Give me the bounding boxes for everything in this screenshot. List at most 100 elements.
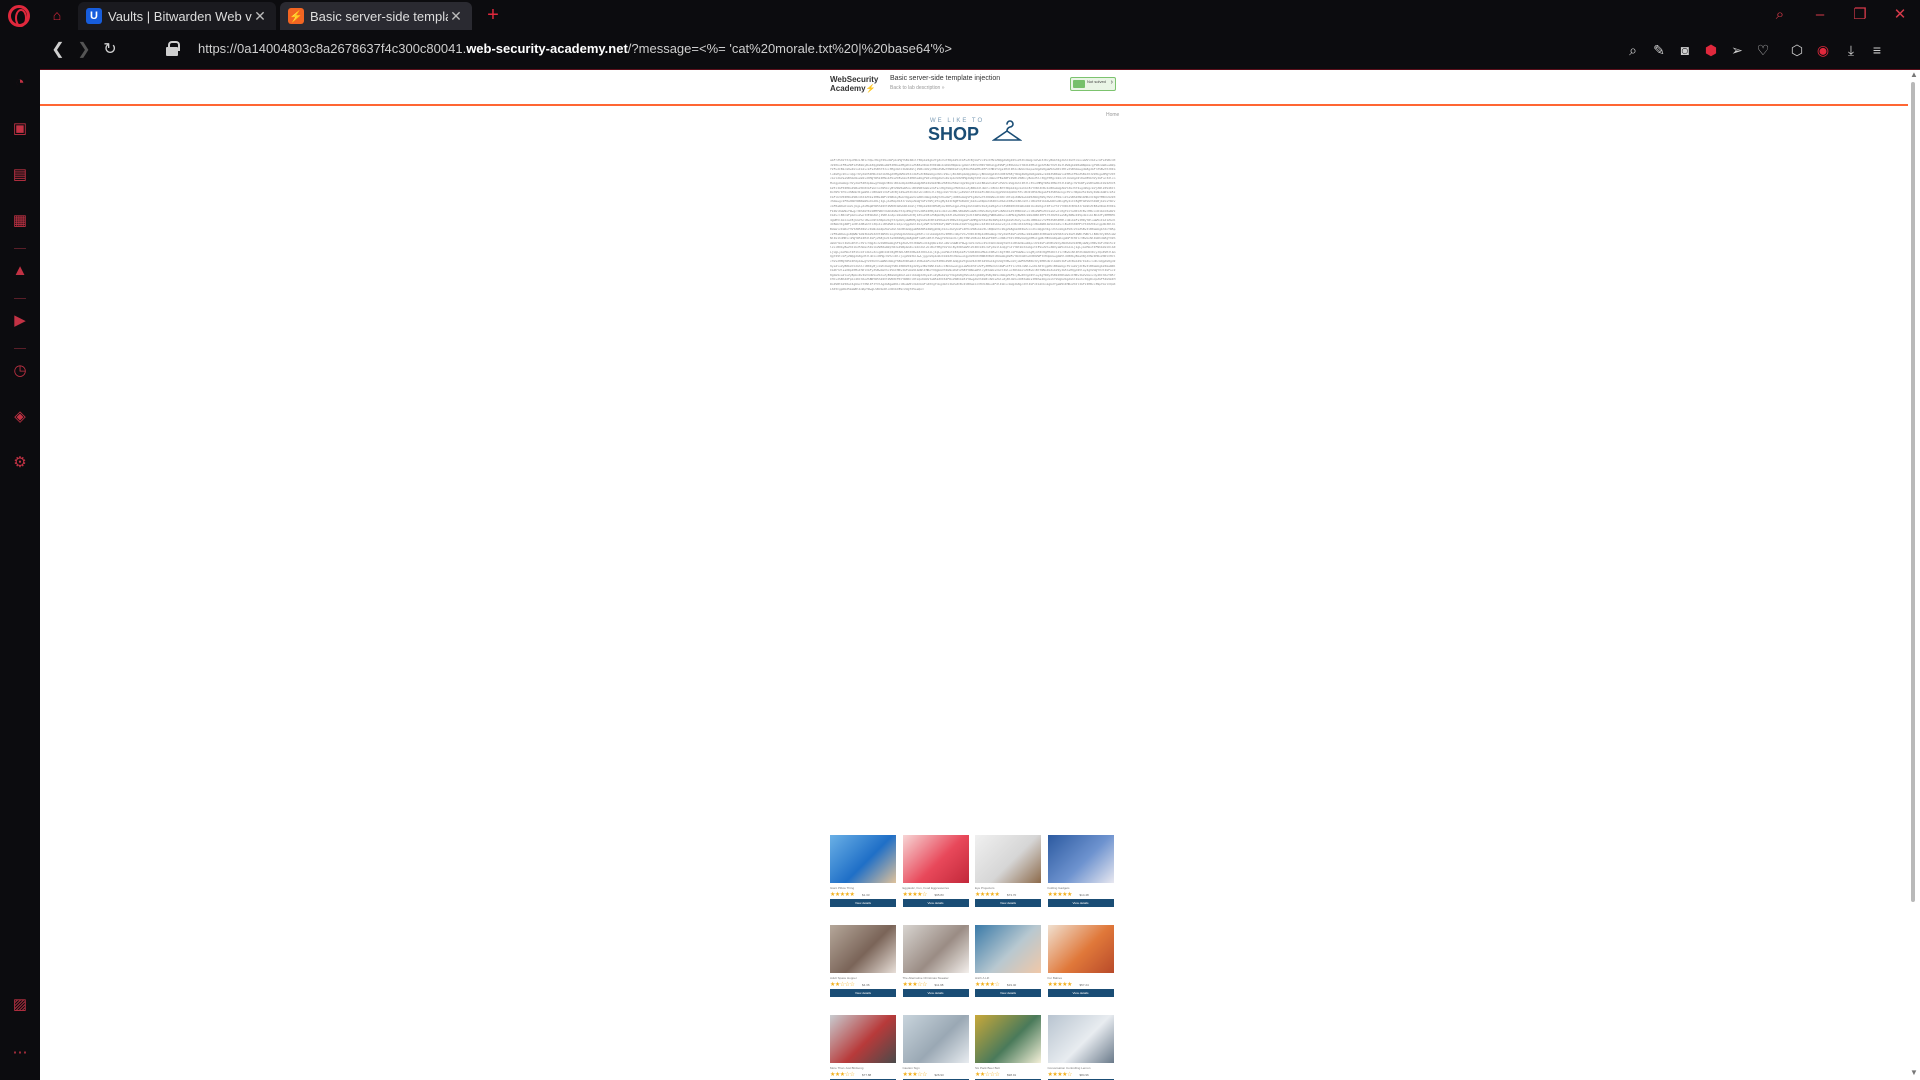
url-field[interactable]: https://0a14004803c8a2678637f4c300c80041… [198,41,952,56]
product-image[interactable] [975,1015,1041,1063]
close-icon[interactable]: ✕ [448,8,464,25]
sidebar-divider [14,348,26,349]
heart-icon[interactable]: ♡ [1752,39,1774,61]
tab-web-security-academy[interactable]: ⚡ Basic server-side template ✕ [280,2,472,30]
logo-line-1: WebSecurity [830,75,879,84]
product-card: Conversation Controlling Lemon ★★★★☆ $84.9… [1047,1015,1114,1080]
product-price: $4.36 [862,983,870,987]
product-price: $57.24 [1079,983,1089,987]
cube-icon[interactable]: ⬡ [1786,39,1808,61]
product-image[interactable] [902,925,969,973]
product-name: Adult Space Hopper [830,976,857,980]
lock-icon[interactable] [166,41,180,57]
product-name: Folding Gadgets [1047,886,1070,890]
url-suffix: /?message=<%= 'cat%20morale.txt%20|%20ba… [627,41,952,56]
page-scrollbar[interactable]: ▲ ▼ [1908,70,1920,1080]
product-image[interactable] [1047,835,1114,883]
view-details-button[interactable]: View details [830,899,896,907]
view-details-button[interactable]: View details [975,899,1041,907]
zoom-icon[interactable]: ⌕ [1622,39,1644,61]
image-icon[interactable]: ▨ [9,994,31,1016]
history-icon[interactable]: ◷ [9,360,31,382]
product-image[interactable] [830,925,896,973]
product-name: The Alternative Christmas Sweater [902,976,949,980]
star-rating-icon: ★★★☆☆ [902,982,928,988]
speed-dial-icon[interactable]: ◔ [9,72,31,94]
view-details-button[interactable]: View details [902,899,969,907]
shop-logo: WE LIKE TO SHOP [928,118,1028,148]
scroll-thumb[interactable] [1911,82,1915,902]
product-image[interactable] [1047,1015,1114,1063]
address-bar: ❮ ❯ ↻ https://0a14004803c8a2678637f4c300… [40,30,1920,70]
scroll-down-icon[interactable]: ▼ [1908,1068,1920,1078]
send-icon[interactable]: ➢ [1726,39,1748,61]
product-price: $1.33 [862,893,870,897]
browser-titlebar: ⌂ U Vaults | Bitwarden Web vau ✕ ⚡ Basic… [0,0,1920,30]
star-rating-icon: ★★★★★ [1047,982,1073,988]
sidebar-divider [14,248,26,249]
star-rating-icon: ★★★★★ [830,892,855,898]
star-rating-icon: ★★★★★ [1047,892,1073,898]
product-card: Folding Gadgets ★★★★★ $14.48 View details [1047,835,1114,919]
scroll-up-icon[interactable]: ▲ [1908,70,1920,80]
shopping-icon[interactable]: ▣ [9,118,31,140]
hanger-icon [992,120,1022,141]
product-image[interactable] [830,1015,896,1063]
logo-line-2: Academy [830,84,866,93]
profile-icon[interactable]: ◉ [1812,39,1834,61]
more-icon[interactable]: ⋯ [9,1042,31,1064]
status-text: Not solved [1087,79,1106,84]
product-name: Fur Babies [1047,976,1063,980]
product-image[interactable] [1047,925,1114,973]
settings-icon[interactable]: ⚙ [9,452,31,474]
extensions-icon[interactable]: ◈ [9,406,31,428]
forward-icon[interactable]: ❯ [72,39,96,61]
product-name: Eye Projectors [975,886,995,890]
home-link[interactable]: Home [1106,112,1119,118]
star-rating-icon: ★★★★☆ [1047,1072,1073,1078]
back-icon[interactable]: ❮ [46,39,70,61]
tab-bitwarden[interactable]: U Vaults | Bitwarden Web vau ✕ [78,2,276,30]
star-rating-icon: ★★★★☆ [975,982,1000,988]
web-security-academy-logo[interactable]: WebSecurity Academy⚡ [830,75,882,99]
product-card: Caution Sign★★★☆☆$26.93View details [902,1015,969,1080]
reload-icon[interactable]: ↻ [98,39,122,61]
snapshot-icon[interactable]: ◙ [1674,39,1696,61]
portswigger-favicon-icon: ⚡ [288,8,304,24]
opera-logo-icon[interactable] [8,5,30,27]
view-details-button[interactable]: View details [1047,899,1114,907]
close-icon[interactable]: ✕ [252,8,268,25]
url-domain: web-security-academy.net [466,41,628,56]
download-icon[interactable]: ⤓ [1840,39,1862,61]
menu-icon[interactable]: ≡ [1866,39,1888,61]
close-window-icon[interactable]: ✕ [1886,4,1914,26]
view-details-button[interactable]: View details [1047,989,1114,997]
edit-icon[interactable]: ✎ [1648,39,1670,61]
product-image[interactable] [975,835,1041,883]
product-image[interactable] [902,835,969,883]
adblock-icon[interactable]: ⬢ [1700,39,1722,61]
product-price: $73.70 [1007,893,1017,897]
view-details-button[interactable]: View details [975,989,1041,997]
new-tab-button[interactable]: + [482,4,504,26]
workspace-icon[interactable]: ⌂ [48,7,66,23]
aria-icon[interactable]: ▲ [9,260,31,282]
status-pill [1073,80,1085,88]
minimize-icon[interactable]: – [1806,4,1834,26]
product-name: Eggtastic, Fun, Food Eggcessories [902,886,950,890]
back-to-lab-link[interactable]: Back to lab description » [890,85,944,91]
player-icon[interactable]: ▶ [9,310,31,332]
view-details-button[interactable]: View details [830,989,896,997]
star-rating-icon: ★★★★★ [975,892,1000,898]
calendar-icon[interactable]: ▦ [9,210,31,232]
product-price: $14.48 [1079,893,1089,897]
restore-icon[interactable]: ❐ [1846,4,1874,26]
view-details-button[interactable]: View details [902,989,969,997]
tab-search-icon[interactable]: ⌕ [1766,4,1794,26]
twitch-icon[interactable]: ▤ [9,164,31,186]
product-card: Eye Projectors ★★★★★ $73.70 View details [975,835,1041,919]
product-image[interactable] [830,835,896,883]
lab-status-badge: Not solved › [1070,77,1116,91]
product-image[interactable] [975,925,1041,973]
product-image[interactable] [902,1015,969,1063]
